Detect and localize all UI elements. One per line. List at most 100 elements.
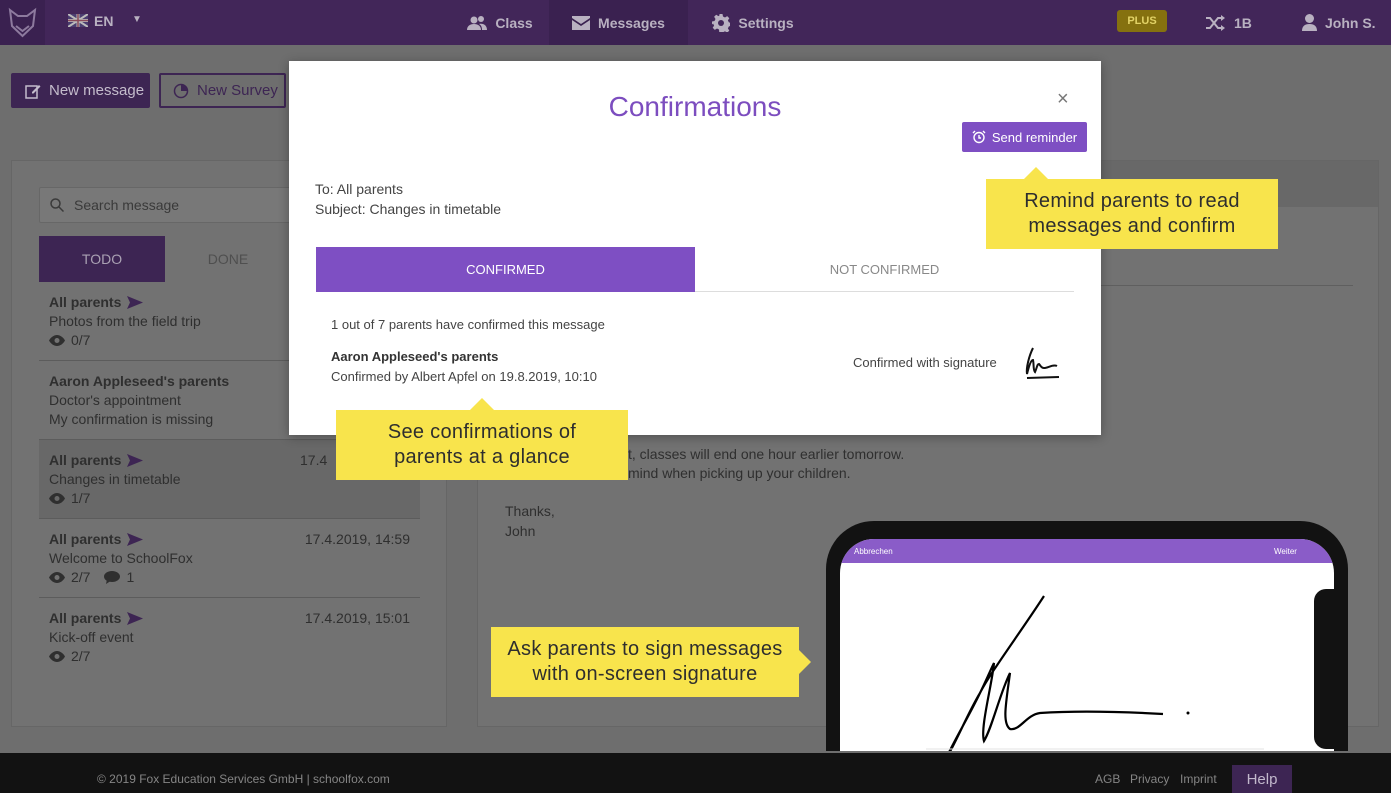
callout-text: with on-screen signature bbox=[532, 663, 758, 685]
fox-logo[interactable] bbox=[0, 0, 45, 45]
callout-sign: Ask parents to sign messages with on-scr… bbox=[491, 627, 811, 697]
message-thanks: Thanks, bbox=[505, 503, 555, 519]
language-dropdown-icon[interactable]: ▼ bbox=[132, 14, 142, 25]
envelope-icon bbox=[572, 15, 591, 30]
view-count: 2/7 bbox=[71, 569, 91, 585]
class-switcher-label: 1B bbox=[1234, 14, 1252, 31]
nav-messages[interactable]: Messages bbox=[549, 0, 688, 45]
eye-icon bbox=[49, 335, 65, 346]
subject-line: Subject: Changes in timetable bbox=[315, 201, 501, 217]
callout-text: messages and confirm bbox=[1028, 215, 1236, 237]
user-icon bbox=[1302, 14, 1317, 31]
message-date: 17.4.2019, 14:59 bbox=[304, 531, 410, 547]
signature-drawing bbox=[926, 595, 1264, 751]
callout-pointer bbox=[470, 398, 494, 410]
phone-notch bbox=[1314, 589, 1334, 749]
new-message-button[interactable]: New message bbox=[11, 73, 150, 108]
message-recipient: All parents bbox=[49, 531, 122, 547]
nav-settings-label: Settings bbox=[738, 14, 794, 31]
message-recipient: Aaron Appleseed's parents bbox=[49, 373, 230, 389]
users-icon bbox=[467, 15, 488, 30]
phone-cancel-button[interactable]: Abbrechen bbox=[854, 547, 893, 556]
message-date: 17.4 bbox=[300, 452, 328, 468]
tab-todo[interactable]: TODO bbox=[39, 236, 165, 282]
pie-chart-icon bbox=[173, 83, 189, 98]
message-subject: Welcome to SchoolFox bbox=[49, 550, 193, 566]
message-signoff: John bbox=[505, 523, 536, 539]
comment-count: 1 bbox=[126, 569, 135, 585]
list-item[interactable]: All parents 17.4.2019, 15:01 Kick-off ev… bbox=[39, 598, 420, 677]
callout-pointer bbox=[1024, 167, 1048, 179]
user-name: John S. bbox=[1325, 14, 1376, 31]
send-reminder-button[interactable]: Send reminder bbox=[962, 122, 1087, 152]
eye-icon bbox=[49, 493, 65, 504]
help-button[interactable]: Help bbox=[1232, 765, 1292, 793]
signature-icon bbox=[1025, 347, 1060, 379]
user-menu[interactable]: John S. bbox=[1302, 0, 1376, 45]
search-placeholder: Search message bbox=[74, 197, 180, 213]
tab-confirmed[interactable]: CONFIRMED bbox=[316, 247, 695, 292]
close-button[interactable]: × bbox=[1057, 88, 1069, 111]
confirmation-name: Aaron Appleseed's parents bbox=[331, 349, 499, 364]
comment-icon bbox=[104, 571, 121, 584]
list-item[interactable]: All parents 17.4.2019, 14:59 Welcome to … bbox=[39, 519, 420, 598]
message-body-line: mind when picking up your children. bbox=[628, 465, 851, 481]
sent-arrow-icon bbox=[127, 454, 144, 467]
tab-done[interactable]: DONE bbox=[165, 236, 291, 282]
sent-arrow-icon bbox=[127, 533, 144, 546]
message-recipient: All parents bbox=[49, 452, 122, 468]
agb-link[interactable]: AGB bbox=[1095, 772, 1120, 786]
search-icon bbox=[50, 198, 64, 212]
message-body-line: t, classes will end one hour earlier tom… bbox=[628, 446, 905, 462]
language-label[interactable]: EN bbox=[94, 13, 113, 29]
alarm-clock-icon bbox=[972, 130, 986, 144]
callout-text: parents at a glance bbox=[394, 446, 570, 468]
phone-mockup: Abbrechen Weiter bbox=[826, 521, 1348, 751]
plus-badge[interactable]: PLUS bbox=[1117, 10, 1167, 32]
callout-reminder: Remind parents to read messages and conf… bbox=[986, 167, 1278, 249]
message-recipient: All parents bbox=[49, 294, 122, 310]
sent-arrow-icon bbox=[127, 612, 144, 625]
phone-next-button[interactable]: Weiter bbox=[1274, 547, 1297, 556]
gear-icon bbox=[712, 13, 731, 32]
shuffle-icon bbox=[1206, 14, 1225, 31]
copyright: © 2019 Fox Education Services GmbH | sch… bbox=[97, 772, 390, 786]
privacy-link[interactable]: Privacy bbox=[1130, 772, 1169, 786]
nav-class[interactable]: Class bbox=[450, 0, 550, 45]
confirmation-detail: Confirmed by Albert Apfel on 19.8.2019, … bbox=[331, 369, 597, 384]
nav-settings[interactable]: Settings bbox=[698, 0, 808, 45]
view-count: 2/7 bbox=[71, 648, 91, 664]
callout-text: Remind parents to read bbox=[1024, 190, 1240, 212]
eye-icon bbox=[49, 651, 65, 662]
eye-icon bbox=[49, 572, 65, 583]
callout-pointer bbox=[799, 650, 811, 674]
uk-flag-icon bbox=[67, 13, 89, 28]
nav-class-label: Class bbox=[495, 14, 533, 31]
top-bar: EN ▼ Class Messages Settings PLUS 1B Joh… bbox=[0, 0, 1391, 45]
nav-messages-label: Messages bbox=[598, 14, 665, 31]
new-message-label: New message bbox=[49, 82, 145, 99]
imprint-link[interactable]: Imprint bbox=[1180, 772, 1217, 786]
confirmation-method: Confirmed with signature bbox=[853, 355, 997, 370]
search-input[interactable]: Search message bbox=[39, 187, 299, 223]
recipient-line: To: All parents bbox=[315, 181, 403, 197]
modal-title: Confirmations bbox=[608, 91, 782, 122]
message-subject: Kick-off event bbox=[49, 629, 134, 645]
send-reminder-label: Send reminder bbox=[991, 129, 1078, 145]
new-survey-button[interactable]: New Survey bbox=[159, 73, 286, 108]
message-date: 17.4.2019, 15:01 bbox=[304, 610, 410, 626]
class-switcher[interactable]: 1B bbox=[1206, 0, 1252, 45]
view-count: 1/7 bbox=[71, 490, 91, 506]
phone-screen: Abbrechen Weiter bbox=[840, 539, 1334, 751]
callout-glance: See confirmations of parents at a glance bbox=[336, 398, 628, 480]
new-survey-label: New Survey bbox=[197, 82, 278, 99]
edit-icon bbox=[25, 84, 41, 99]
view-count: 0/7 bbox=[71, 332, 91, 348]
callout-text: See confirmations of bbox=[387, 421, 577, 443]
sent-arrow-icon bbox=[127, 296, 144, 309]
footer: © 2019 Fox Education Services GmbH | sch… bbox=[0, 753, 1391, 793]
confirmation-summary: 1 out of 7 parents have confirmed this m… bbox=[331, 317, 605, 332]
tab-not-confirmed[interactable]: NOT CONFIRMED bbox=[695, 247, 1074, 292]
confirmations-modal: Confirmations × Send reminder To: All pa… bbox=[289, 61, 1101, 435]
phone-toolbar: Abbrechen Weiter bbox=[840, 539, 1334, 563]
